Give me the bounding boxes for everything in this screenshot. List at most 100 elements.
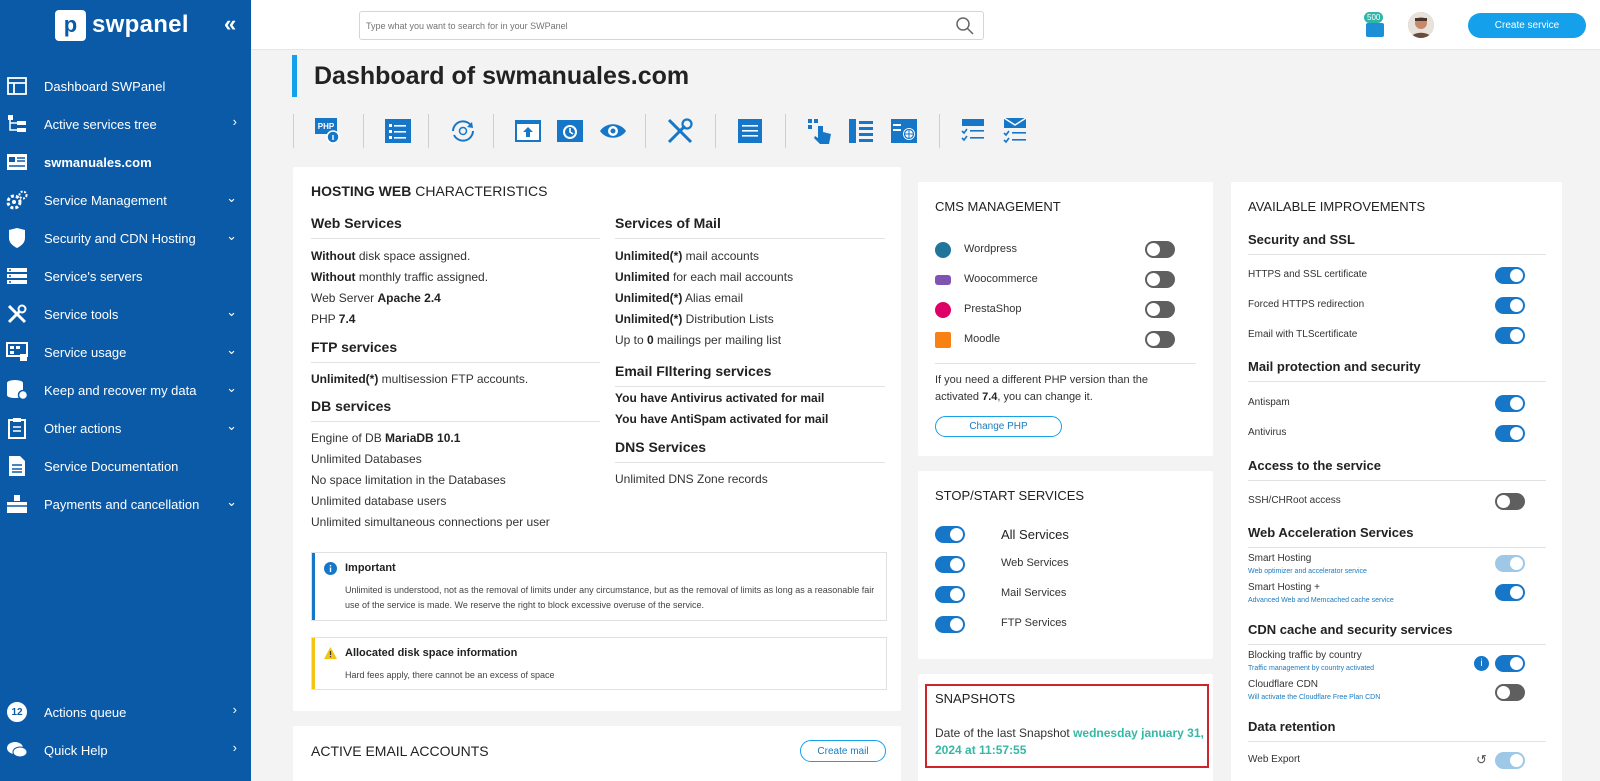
chevron-down-icon[interactable]: ⌄	[226, 304, 237, 320]
create-service-button[interactable]: Create service	[1468, 13, 1586, 38]
sidebar-item-dashboard[interactable]: Dashboard SWPanel	[0, 67, 251, 105]
tools-icon[interactable]	[665, 116, 695, 146]
sidebar-item-label: Actions queue	[44, 704, 127, 720]
available-improvements-card: AVAILABLE IMPROVEMENTS Security and SSL …	[1231, 182, 1562, 781]
sidebar-item-security-cdn[interactable]: Security and CDN Hosting ⌄	[0, 219, 251, 257]
logo[interactable]: p swpanel	[0, 0, 251, 50]
sidebar-item-label: Other actions	[44, 420, 122, 436]
web-export-toggle[interactable]	[1495, 752, 1525, 769]
php-change-text: If you need a different PHP version than…	[935, 374, 1149, 386]
db-services-line: Unlimited Databases	[311, 452, 422, 466]
restore-icon[interactable]	[555, 116, 585, 146]
highlight-box	[925, 684, 1209, 768]
ssh-chroot-toggle[interactable]	[1495, 493, 1525, 510]
important-title: Important	[345, 562, 396, 574]
chevron-down-icon[interactable]: ⌄	[226, 228, 237, 244]
forced-https-toggle[interactable]	[1495, 297, 1525, 314]
page-title: Dashboard of swmanuales.com	[314, 62, 690, 90]
servers-icon	[6, 266, 28, 286]
email-tls-toggle[interactable]	[1495, 327, 1525, 344]
search-input[interactable]	[360, 12, 930, 39]
credit-wallet-icon[interactable]: 500	[1364, 12, 1386, 38]
chevron-down-icon[interactable]: ⌄	[226, 190, 237, 206]
search-icon[interactable]	[955, 16, 975, 39]
ftp-services-toggle[interactable]	[935, 616, 965, 633]
sidebar-item-service-usage[interactable]: Service usage ⌄	[0, 333, 251, 371]
cloudflare-cdn-toggle[interactable]	[1495, 684, 1525, 701]
https-ssl-toggle[interactable]	[1495, 267, 1525, 284]
chevron-down-icon[interactable]: ⌄	[226, 342, 237, 358]
info-icon[interactable]: i	[1474, 656, 1489, 671]
eye-icon[interactable]	[598, 116, 628, 146]
moodle-toggle[interactable]	[1145, 331, 1175, 348]
prestashop-toggle[interactable]	[1145, 301, 1175, 318]
checklist-icon[interactable]	[959, 116, 989, 146]
sidebar-item-service-management[interactable]: Service Management ⌄	[0, 181, 251, 219]
web-services-line: Without disk space assigned.	[311, 249, 471, 263]
improvement-sublabel: Advanced Web and Memcached cache service	[1248, 597, 1394, 604]
tree-icon	[6, 114, 28, 134]
blocking-country-toggle[interactable]	[1495, 655, 1525, 672]
change-php-button[interactable]: Change PHP	[935, 416, 1062, 437]
all-services-toggle[interactable]	[935, 526, 965, 543]
disk-space-body: Hard fees apply, there cannot be an exce…	[345, 670, 555, 680]
upload-icon[interactable]	[513, 116, 543, 146]
improvement-label: Blocking traffic by country	[1248, 650, 1362, 661]
create-mail-button[interactable]: Create mail	[800, 740, 886, 762]
chevron-down-icon[interactable]: ⌄	[226, 380, 237, 396]
smart-hosting-toggle[interactable]	[1495, 555, 1525, 572]
sidebar-menu: Dashboard SWPanel Active services tree ›…	[0, 67, 251, 523]
sidebar-item-active-services-tree[interactable]: Active services tree ›	[0, 105, 251, 143]
improvement-label: HTTPS and SSL certificate	[1248, 269, 1368, 280]
sidebar-item-swmanuales[interactable]: swmanuales.com	[0, 143, 251, 181]
document-icon[interactable]	[735, 116, 765, 146]
sidebar-item-keep-recover[interactable]: Keep and recover my data ⌄	[0, 371, 251, 409]
sidebar-item-service-servers[interactable]: Service's servers	[0, 257, 251, 295]
sidebar-item-service-documentation[interactable]: Service Documentation	[0, 447, 251, 485]
cms-item-label: Wordpress	[964, 243, 1017, 255]
chevron-right-icon[interactable]: ›	[233, 114, 237, 129]
undo-icon[interactable]: ↺	[1476, 752, 1487, 768]
sidebar-item-quick-help[interactable]: Quick Help ›	[0, 731, 251, 769]
sidebar-item-payments[interactable]: Payments and cancellation ⌄	[0, 485, 251, 523]
sidebar-item-actions-queue[interactable]: 12 Actions queue ›	[0, 693, 251, 731]
chevron-down-icon[interactable]: ⌄	[226, 494, 237, 510]
db-services-line: Unlimited simultaneous connections per u…	[311, 515, 550, 529]
mail-services-toggle[interactable]	[935, 586, 965, 603]
columns-icon[interactable]	[846, 116, 876, 146]
improvement-label: Smart Hosting	[1248, 553, 1312, 564]
sync-icon[interactable]	[448, 116, 478, 146]
sidebar-item-label: Service Management	[44, 192, 167, 208]
wordpress-toggle[interactable]	[1145, 241, 1175, 258]
mail-services-line: Unlimited(*) Distribution Lists	[615, 312, 774, 326]
cms-item-label: PrestaShop	[964, 303, 1022, 315]
woocommerce-toggle[interactable]	[1145, 271, 1175, 288]
improvement-label: Cloudflare CDN	[1248, 679, 1319, 690]
chevron-right-icon[interactable]: ›	[233, 740, 237, 755]
email-accounts-title: ACTIVE EMAIL ACCOUNTS	[311, 743, 489, 759]
mail-checklist-icon[interactable]	[1001, 116, 1031, 146]
web-services-line: Web Server Apache 2.4	[311, 291, 441, 305]
web-services-toggle[interactable]	[935, 556, 965, 573]
db-services-line: No space limitation in the Databases	[311, 473, 506, 487]
smart-hosting-plus-toggle[interactable]	[1495, 584, 1525, 601]
collapse-sidebar-icon[interactable]: «	[224, 11, 236, 37]
database-icon	[6, 380, 28, 401]
antivirus-toggle[interactable]	[1495, 425, 1525, 442]
data-retention-heading: Data retention	[1248, 719, 1336, 734]
touch-grid-icon[interactable]	[805, 116, 835, 146]
stop-start-services-card: STOP/START SERVICES All Services Web Ser…	[918, 471, 1213, 659]
topbar: 500 Create service	[251, 0, 1600, 50]
list-settings-icon[interactable]	[383, 116, 413, 146]
antispam-toggle[interactable]	[1495, 395, 1525, 412]
sidebar-item-other-actions[interactable]: Other actions ⌄	[0, 409, 251, 447]
avatar[interactable]	[1408, 12, 1434, 38]
improvement-label: Antivirus	[1248, 427, 1287, 438]
important-body: Unlimited is understood, not as the remo…	[345, 585, 875, 610]
web-acceleration-heading: Web Acceleration Services	[1248, 525, 1414, 540]
chevron-down-icon[interactable]: ⌄	[226, 418, 237, 434]
chevron-right-icon[interactable]: ›	[233, 702, 237, 717]
php-info-icon[interactable]: PHP	[313, 116, 343, 146]
sidebar-item-service-tools[interactable]: Service tools ⌄	[0, 295, 251, 333]
web-settings-icon[interactable]	[889, 116, 919, 146]
